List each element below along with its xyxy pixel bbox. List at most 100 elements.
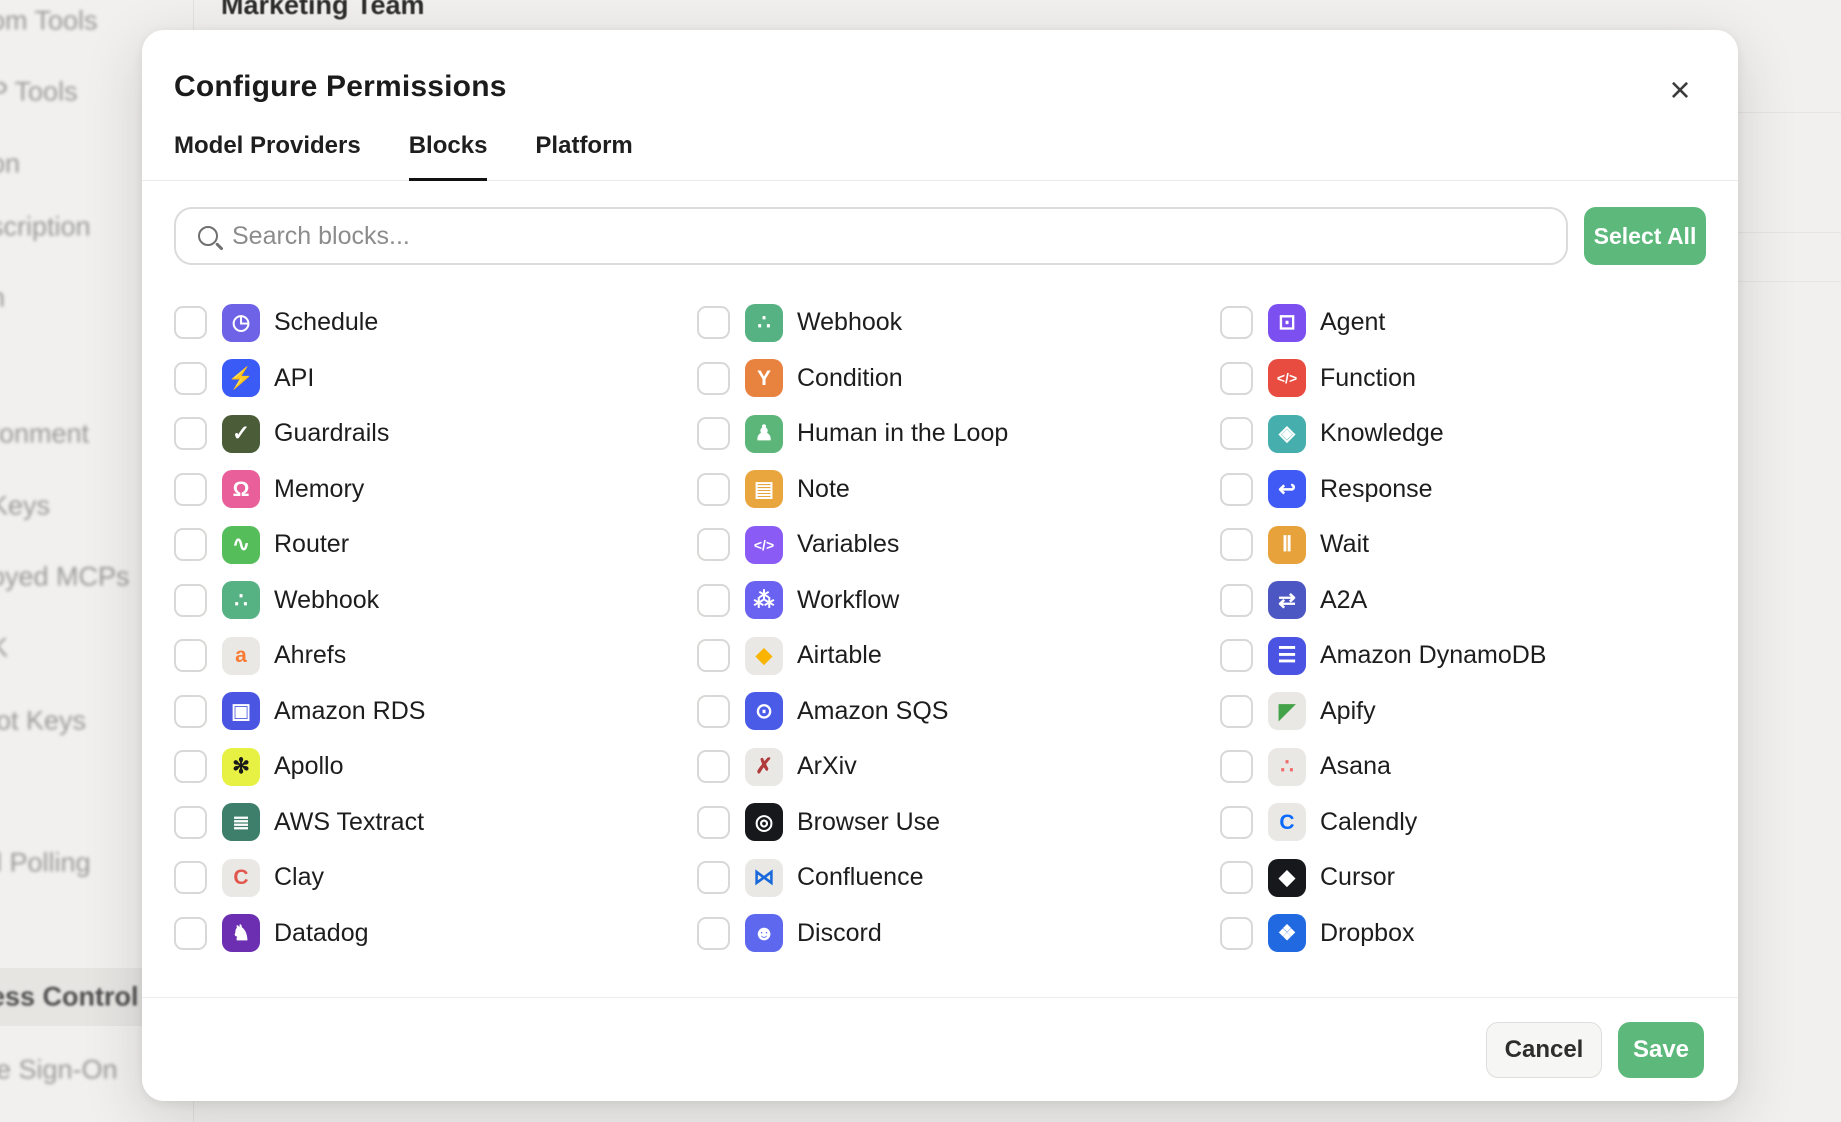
checkbox[interactable] (1220, 528, 1253, 561)
block-item-function[interactable]: </> Function (1220, 351, 1706, 407)
save-button[interactable]: Save (1618, 1022, 1704, 1078)
browser-use-icon: ◎ (745, 803, 783, 841)
checkbox[interactable] (1220, 861, 1253, 894)
block-item-apify[interactable]: ◤ Apify (1220, 684, 1706, 740)
checkbox[interactable] (1220, 750, 1253, 783)
checkbox[interactable] (174, 861, 207, 894)
note-icon: ▤ (745, 470, 783, 508)
checkbox[interactable] (697, 917, 730, 950)
checkbox[interactable] (697, 861, 730, 894)
block-item-asana[interactable]: ∴ Asana (1220, 739, 1706, 795)
block-item-webhook[interactable]: ∴ Webhook (174, 573, 697, 629)
checkbox[interactable] (697, 639, 730, 672)
block-item-amazon-rds[interactable]: ▣ Amazon RDS (174, 684, 697, 740)
block-label: Router (274, 530, 349, 559)
checkbox[interactable] (174, 362, 207, 395)
block-item-confluence[interactable]: ⋈ Confluence (697, 850, 1220, 906)
select-all-button[interactable]: Select All (1584, 207, 1706, 265)
block-item-condition[interactable]: Y Condition (697, 351, 1220, 407)
checkbox[interactable] (174, 750, 207, 783)
checkbox[interactable] (697, 806, 730, 839)
checkbox[interactable] (174, 917, 207, 950)
checkbox[interactable] (1220, 306, 1253, 339)
block-item-memory[interactable]: Ω Memory (174, 462, 697, 518)
tab-blocks[interactable]: Blocks (409, 132, 488, 181)
block-label: Apollo (274, 752, 344, 781)
block-item-api[interactable]: ⚡ API (174, 351, 697, 407)
tab-platform[interactable]: Platform (535, 132, 632, 180)
checkbox[interactable] (174, 584, 207, 617)
block-label: Amazon SQS (797, 697, 948, 726)
search-box[interactable] (174, 207, 1568, 265)
checkbox[interactable] (174, 417, 207, 450)
tab-model-providers[interactable]: Model Providers (174, 132, 361, 180)
checkbox[interactable] (1220, 473, 1253, 506)
checkbox[interactable] (1220, 362, 1253, 395)
block-item-aws-textract[interactable]: ≣ AWS Textract (174, 795, 697, 851)
checkbox[interactable] (697, 528, 730, 561)
block-item-ahrefs[interactable]: a Ahrefs (174, 628, 697, 684)
checkbox[interactable] (1220, 639, 1253, 672)
block-item-a2a[interactable]: ⇄ A2A (1220, 573, 1706, 629)
checkbox[interactable] (174, 806, 207, 839)
dialog-header: Configure Permissions × (142, 30, 1738, 104)
block-label: Clay (274, 863, 324, 892)
block-item-datadog[interactable]: ♞ Datadog (174, 906, 697, 962)
block-item-agent[interactable]: ⊡ Agent (1220, 295, 1706, 351)
block-item-workflow[interactable]: ⁂ Workflow (697, 573, 1220, 629)
checkbox[interactable] (1220, 695, 1253, 728)
checkbox[interactable] (174, 306, 207, 339)
workspace-title: Marketing Team (221, 0, 425, 21)
block-item-cursor[interactable]: ◆ Cursor (1220, 850, 1706, 906)
checkbox[interactable] (1220, 417, 1253, 450)
block-item-arxiv[interactable]: ✗ ArXiv (697, 739, 1220, 795)
block-item-wait[interactable]: Ⅱ Wait (1220, 517, 1706, 573)
block-item-human-in-the-loop[interactable]: ♟ Human in the Loop (697, 406, 1220, 462)
block-label: Schedule (274, 308, 378, 337)
checkbox[interactable] (174, 695, 207, 728)
checkbox[interactable] (174, 639, 207, 672)
close-icon[interactable]: × (1662, 74, 1698, 110)
block-item-response[interactable]: ↩ Response (1220, 462, 1706, 518)
block-item-browser-use[interactable]: ◎ Browser Use (697, 795, 1220, 851)
block-item-webhook-2[interactable]: ∴ Webhook (697, 295, 1220, 351)
checkbox[interactable] (697, 750, 730, 783)
block-item-amazon-dynamodb[interactable]: ☰ Amazon DynamoDB (1220, 628, 1706, 684)
block-label: Dropbox (1320, 919, 1415, 948)
cursor-icon: ◆ (1268, 859, 1306, 897)
block-item-schedule[interactable]: ◷ Schedule (174, 295, 697, 351)
checkbox[interactable] (1220, 806, 1253, 839)
search-row: Select All (174, 207, 1706, 265)
guardrails-icon: ✓ (222, 415, 260, 453)
block-item-amazon-sqs[interactable]: ⊙ Amazon SQS (697, 684, 1220, 740)
workflow-icon: ⁂ (745, 581, 783, 619)
memory-icon: Ω (222, 470, 260, 508)
block-item-note[interactable]: ▤ Note (697, 462, 1220, 518)
cancel-button[interactable]: Cancel (1486, 1022, 1602, 1078)
asana-icon: ∴ (1268, 748, 1306, 786)
checkbox[interactable] (174, 528, 207, 561)
block-item-apollo[interactable]: ✻ Apollo (174, 739, 697, 795)
checkbox[interactable] (697, 584, 730, 617)
ahrefs-icon: a (222, 637, 260, 675)
checkbox[interactable] (697, 417, 730, 450)
block-item-calendly[interactable]: C Calendly (1220, 795, 1706, 851)
calendly-icon: C (1268, 803, 1306, 841)
checkbox[interactable] (697, 306, 730, 339)
checkbox[interactable] (1220, 584, 1253, 617)
block-item-dropbox[interactable]: ❖ Dropbox (1220, 906, 1706, 962)
search-input[interactable] (232, 222, 1544, 251)
checkbox[interactable] (697, 695, 730, 728)
block-item-clay[interactable]: C Clay (174, 850, 697, 906)
block-item-variables[interactable]: </> Variables (697, 517, 1220, 573)
block-item-guardrails[interactable]: ✓ Guardrails (174, 406, 697, 462)
checkbox[interactable] (697, 473, 730, 506)
dialog-tabs: Model Providers Blocks Platform (142, 132, 1738, 181)
block-item-knowledge[interactable]: ◈ Knowledge (1220, 406, 1706, 462)
block-item-router[interactable]: ∿ Router (174, 517, 697, 573)
checkbox[interactable] (1220, 917, 1253, 950)
block-item-discord[interactable]: ☻ Discord (697, 906, 1220, 962)
block-item-airtable[interactable]: ◆ Airtable (697, 628, 1220, 684)
checkbox[interactable] (697, 362, 730, 395)
checkbox[interactable] (174, 473, 207, 506)
